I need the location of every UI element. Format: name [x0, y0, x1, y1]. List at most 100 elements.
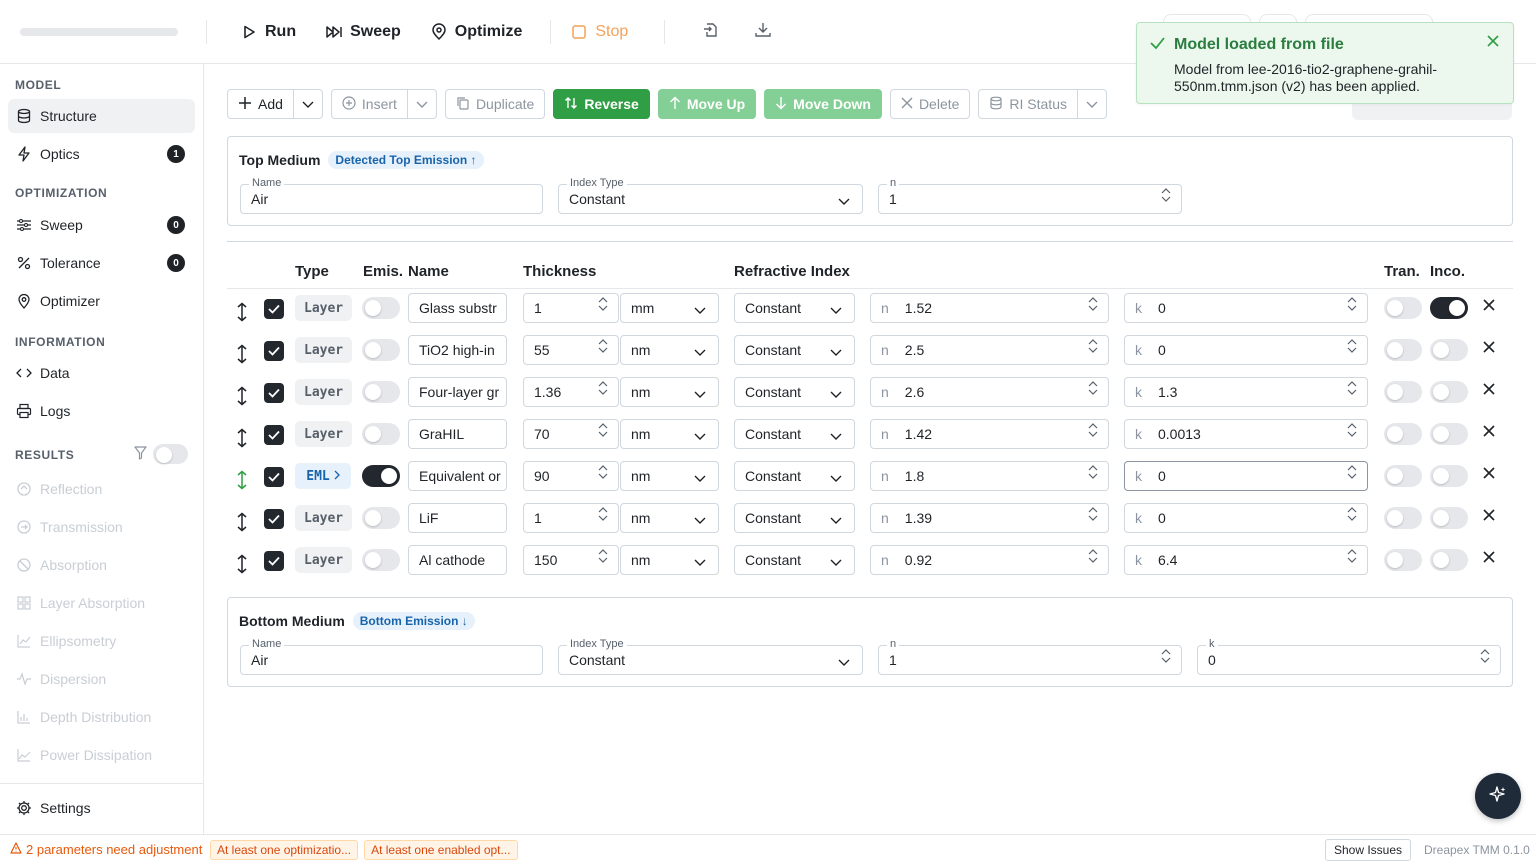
- emission-toggle[interactable]: [362, 339, 400, 361]
- insert-button[interactable]: Insert: [332, 90, 408, 118]
- sweep-button[interactable]: Sweep: [310, 14, 415, 50]
- stepper-icon[interactable]: [1088, 381, 1098, 395]
- drag-handle-icon[interactable]: [234, 470, 250, 490]
- layer-name-input[interactable]: TiO2 high-in: [408, 335, 507, 365]
- thickness-unit-select[interactable]: nm: [620, 377, 719, 407]
- thickness-unit-select[interactable]: mm: [620, 293, 719, 323]
- n-input[interactable]: n 1.39: [870, 503, 1109, 533]
- thickness-input[interactable]: 55: [523, 335, 619, 365]
- emission-toggle[interactable]: [362, 381, 400, 403]
- sidebar-item-optimizer[interactable]: Optimizer: [8, 284, 195, 318]
- ri-status-button[interactable]: RI Status: [979, 90, 1078, 118]
- stepper-icon[interactable]: [1480, 649, 1490, 663]
- stepper-icon[interactable]: [1347, 465, 1357, 479]
- sidebar-item-power-dissipation[interactable]: Power Dissipation: [8, 738, 195, 772]
- bottom-medium-name-field[interactable]: Name Air: [240, 638, 543, 675]
- stepper-icon[interactable]: [1347, 549, 1357, 563]
- stepper-icon[interactable]: [1088, 423, 1098, 437]
- stepper-icon[interactable]: [598, 549, 608, 563]
- top-medium-index-type-select[interactable]: Index Type Constant: [558, 177, 863, 214]
- index-type-select[interactable]: Constant: [734, 293, 855, 323]
- stop-button[interactable]: Stop: [555, 14, 642, 50]
- index-type-select[interactable]: Constant: [734, 419, 855, 449]
- results-filter-toggle[interactable]: [153, 444, 188, 464]
- download-button[interactable]: [741, 14, 785, 50]
- top-medium-name-field[interactable]: Name Air: [240, 177, 543, 214]
- stepper-icon[interactable]: [1088, 465, 1098, 479]
- drag-handle-icon[interactable]: [234, 428, 250, 448]
- enabled-checkbox[interactable]: [264, 551, 284, 571]
- sidebar-item-data[interactable]: Data: [8, 356, 195, 390]
- incoherent-toggle[interactable]: [1430, 297, 1468, 319]
- transparent-toggle[interactable]: [1384, 339, 1422, 361]
- stepper-icon[interactable]: [1347, 423, 1357, 437]
- run-button[interactable]: Run: [225, 14, 310, 50]
- enabled-checkbox[interactable]: [264, 425, 284, 445]
- stepper-icon[interactable]: [598, 507, 608, 521]
- move-up-button[interactable]: Move Up: [657, 89, 757, 119]
- thickness-input[interactable]: 1: [523, 293, 619, 323]
- k-input[interactable]: k0: [1124, 335, 1368, 365]
- filter-icon[interactable]: [134, 446, 147, 463]
- stepper-icon[interactable]: [1088, 549, 1098, 563]
- sidebar-item-ellipsometry[interactable]: Ellipsometry: [8, 624, 195, 658]
- layer-name-input[interactable]: Al cathode: [408, 545, 507, 575]
- incoherent-toggle[interactable]: [1430, 549, 1468, 571]
- thickness-unit-select[interactable]: nm: [620, 461, 719, 491]
- drag-handle-icon[interactable]: [234, 386, 250, 406]
- n-input[interactable]: n 0.92: [870, 545, 1109, 575]
- optimize-button[interactable]: Optimize: [415, 14, 537, 50]
- layer-name-input[interactable]: Glass substr: [408, 293, 507, 323]
- incoherent-toggle[interactable]: [1430, 339, 1468, 361]
- index-type-select[interactable]: Constant: [734, 335, 855, 365]
- add-button[interactable]: Add: [228, 90, 294, 118]
- k-input[interactable]: k 6.4: [1124, 545, 1368, 575]
- index-type-select[interactable]: Constant: [734, 377, 855, 407]
- show-issues-button[interactable]: Show Issues: [1325, 839, 1412, 861]
- index-type-select[interactable]: Constant: [734, 545, 855, 575]
- insert-dropdown-button[interactable]: [408, 90, 436, 118]
- layer-type-badge[interactable]: Layer: [295, 505, 353, 531]
- sidebar-item-reflection[interactable]: Reflection: [8, 472, 195, 506]
- layer-name-input[interactable]: LiF: [408, 503, 507, 533]
- emission-toggle[interactable]: [362, 423, 400, 445]
- layer-type-badge[interactable]: Layer: [295, 421, 353, 447]
- emission-toggle[interactable]: [362, 507, 400, 529]
- delete-row-button[interactable]: [1482, 508, 1500, 526]
- emission-toggle[interactable]: [362, 297, 400, 319]
- k-input[interactable]: k0: [1124, 461, 1368, 491]
- transparent-toggle[interactable]: [1384, 297, 1422, 319]
- enabled-checkbox[interactable]: [264, 467, 284, 487]
- layer-type-badge[interactable]: EML: [295, 463, 351, 489]
- sidebar-item-depth-distribution[interactable]: Depth Distribution: [8, 700, 195, 734]
- k-input[interactable]: k0: [1124, 503, 1368, 533]
- thickness-unit-select[interactable]: nm: [620, 419, 719, 449]
- drag-handle-icon[interactable]: [234, 512, 250, 532]
- thickness-unit-select[interactable]: nm: [620, 335, 719, 365]
- emission-toggle[interactable]: [362, 465, 400, 487]
- delete-row-button[interactable]: [1482, 298, 1500, 316]
- thickness-unit-select[interactable]: nm: [620, 503, 719, 533]
- incoherent-toggle[interactable]: [1430, 465, 1468, 487]
- delete-row-button[interactable]: [1482, 382, 1500, 400]
- sidebar-item-dispersion[interactable]: Dispersion: [8, 662, 195, 696]
- bottom-medium-k-input[interactable]: k 0: [1197, 638, 1501, 675]
- sidebar-item-settings[interactable]: Settings: [8, 791, 195, 825]
- stepper-icon[interactable]: [598, 465, 608, 479]
- stepper-icon[interactable]: [598, 339, 608, 353]
- warning-summary[interactable]: 2 parameters need adjustment: [10, 842, 210, 857]
- delete-button[interactable]: Delete: [889, 89, 971, 119]
- n-input[interactable]: n 2.6: [870, 377, 1109, 407]
- thickness-input[interactable]: 1: [523, 503, 619, 533]
- stepper-icon[interactable]: [1161, 649, 1171, 663]
- k-input[interactable]: k0: [1124, 293, 1368, 323]
- k-input[interactable]: k 0.0013: [1124, 419, 1368, 449]
- delete-row-button[interactable]: [1482, 340, 1500, 358]
- stepper-icon[interactable]: [1347, 507, 1357, 521]
- move-down-button[interactable]: Move Down: [764, 89, 882, 119]
- transparent-toggle[interactable]: [1384, 423, 1422, 445]
- stepper-icon[interactable]: [1347, 297, 1357, 311]
- k-input[interactable]: k 1.3: [1124, 377, 1368, 407]
- incoherent-toggle[interactable]: [1430, 381, 1468, 403]
- layer-type-badge[interactable]: Layer: [295, 337, 353, 363]
